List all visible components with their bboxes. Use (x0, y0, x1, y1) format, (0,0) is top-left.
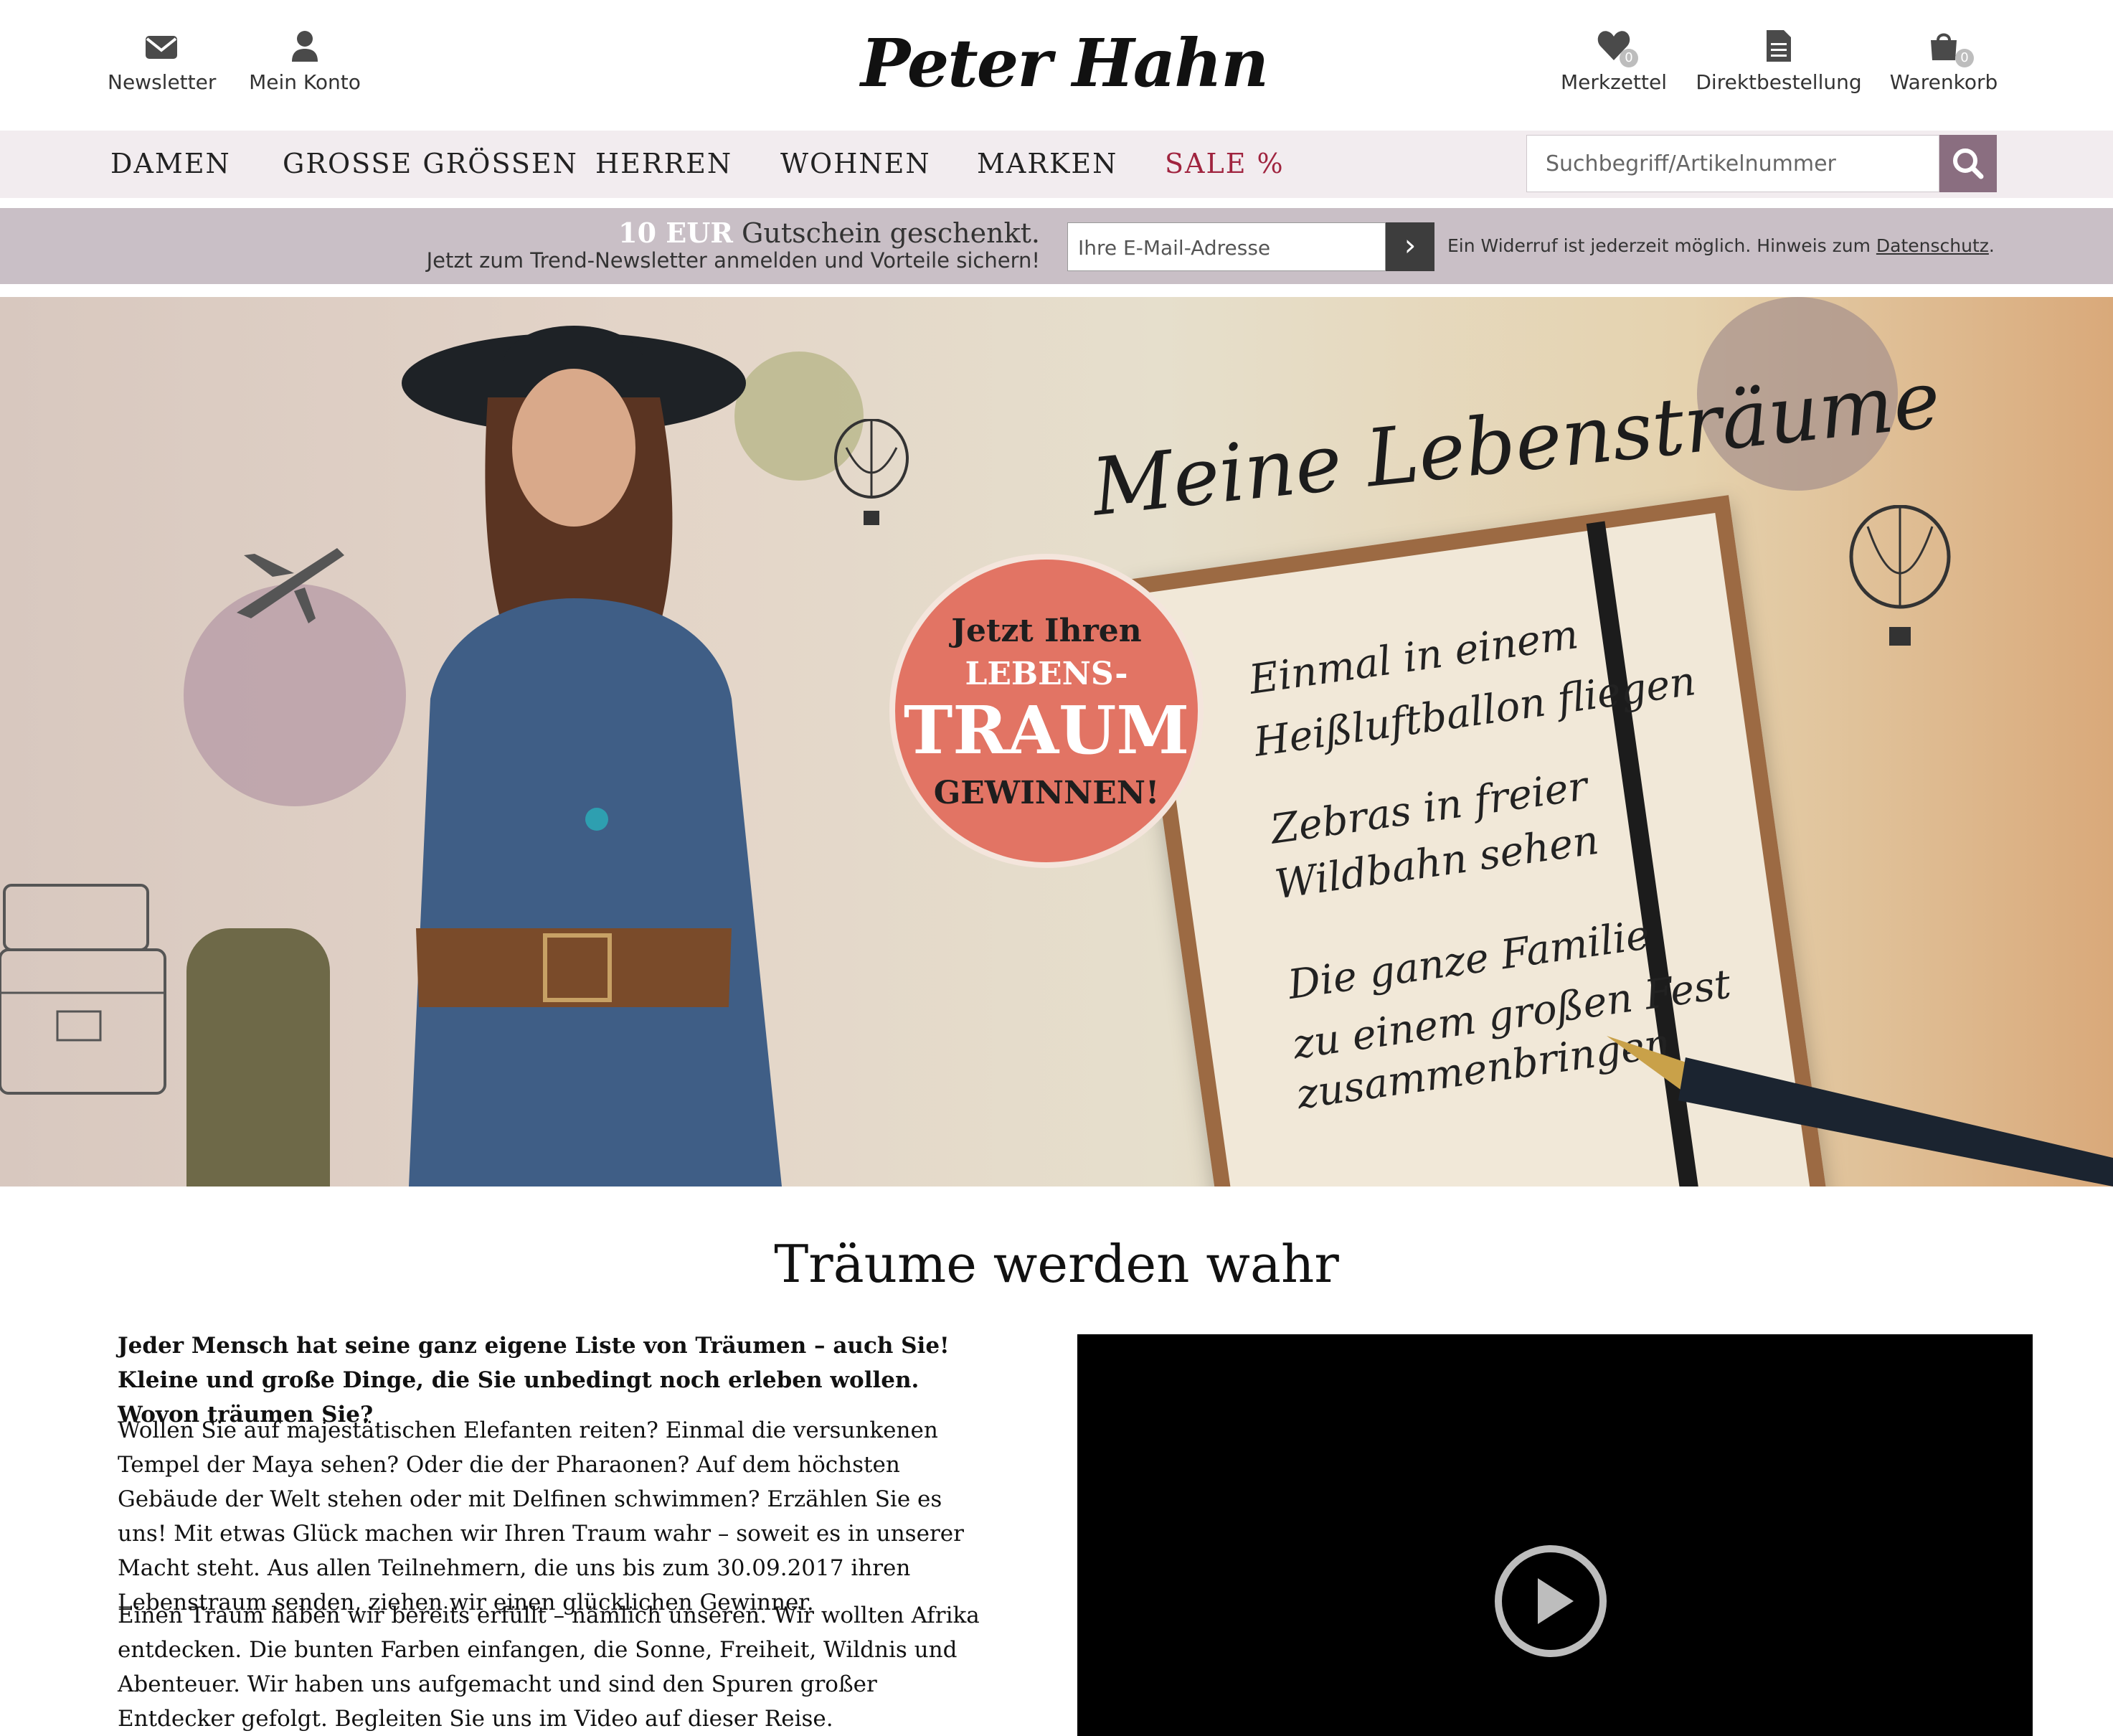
voucher-amount: 10 EUR (618, 217, 733, 249)
newsletter-submit-button[interactable]: › (1386, 222, 1434, 271)
account-label: Mein Konto (249, 70, 361, 94)
newsletter-email-input[interactable]: Ihre E-Mail-Adresse (1067, 222, 1386, 271)
nav-item-wohnen[interactable]: WOHNEN (780, 148, 931, 179)
privacy-link[interactable]: Datenschutz (1876, 235, 1989, 256)
nav-item-damen[interactable]: DAMEN (110, 148, 231, 179)
nav-item-grosse-groessen[interactable]: GROSSE GRÖSSEN (283, 148, 578, 179)
newsletter-label: Newsletter (108, 70, 217, 94)
hot-air-balloon-sketch-2 (1849, 505, 1951, 646)
direct-order-label: Direktbestellung (1696, 70, 1862, 94)
badge-line-2: LEBENS- (965, 656, 1128, 692)
notice-text: Ein Widerruf ist jederzeit möglich. Hinw… (1447, 235, 1871, 256)
play-icon (1538, 1578, 1574, 1624)
search-icon (1953, 148, 1984, 179)
body-paragraph-1: Wollen Sie auf majestätischen Elefanten … (118, 1417, 964, 1615)
nav-item-herren[interactable]: HERREN (595, 148, 732, 179)
user-icon (292, 31, 318, 62)
backpack (186, 928, 330, 1187)
cart-label: Warenkorb (1889, 70, 1998, 94)
search-input[interactable]: Suchbegriff/Artikelnummer (1526, 135, 1939, 192)
suitcase-sketch (0, 884, 166, 1095)
wishlist-count-badge: 0 (1620, 49, 1638, 67)
newsletter-link[interactable]: Newsletter (108, 27, 217, 94)
hero-banner[interactable]: Meine Lebensträume Einmal in einem Heißl… (0, 297, 2113, 1187)
newsletter-subline: Jetzt zum Trend-Newsletter anmelden und … (426, 248, 1040, 273)
newsletter-notice: Ein Widerruf ist jederzeit möglich. Hinw… (1447, 235, 1995, 256)
notice-end: . (1988, 235, 1995, 256)
cart-link[interactable]: 0 Warenkorb (1886, 27, 2001, 94)
site-header: Newsletter Mein Konto Peter Hahn 0 Merkz… (0, 0, 2113, 131)
direct-order-link[interactable]: Direktbestellung (1693, 27, 1865, 94)
envelope-icon (146, 36, 177, 59)
page-heading: Träume werden wahr (774, 1234, 1339, 1294)
account-link[interactable]: Mein Konto (244, 27, 366, 94)
play-button[interactable] (1495, 1545, 1607, 1657)
hero-title: Meine Lebensträume (1087, 353, 1944, 534)
newsletter-headline: 10 EUR Gutschein geschenkt. (618, 217, 1040, 249)
main-navigation: DAMEN GROSSE GRÖSSEN HERREN WOHNEN MARKE… (0, 131, 2113, 198)
badge-line-3: TRAUM (903, 692, 1190, 769)
badge-line-4: GEWINNEN! (933, 775, 1160, 811)
nav-item-sale[interactable]: SALE % (1165, 148, 1285, 179)
document-icon (1767, 30, 1791, 62)
newsletter-bar: 10 EUR Gutschein geschenkt. Jetzt zum Tr… (0, 208, 2113, 284)
video-player[interactable] (1077, 1334, 2033, 1736)
peter-hahn-logo[interactable]: Peter Hahn (861, 24, 1269, 102)
search-button[interactable] (1939, 135, 1997, 192)
wishlist-link[interactable]: 0 Merkzettel (1556, 27, 1671, 94)
body-paragraph-2: Einen Traum haben wir bereits erfüllt – … (118, 1603, 980, 1732)
badge-line-1: Jetzt Ihren (951, 613, 1142, 649)
voucher-text: Gutschein geschenkt. (742, 217, 1040, 249)
nav-item-marken[interactable]: MARKEN (977, 148, 1117, 179)
fountain-pen (1607, 1036, 2113, 1187)
hot-air-balloon-sketch (834, 419, 909, 525)
cart-count-badge: 0 (1955, 49, 1974, 67)
win-dream-badge[interactable]: Jetzt Ihren LEBENS- TRAUM GEWINNEN! (889, 554, 1204, 868)
wishlist-label: Merkzettel (1561, 70, 1667, 94)
